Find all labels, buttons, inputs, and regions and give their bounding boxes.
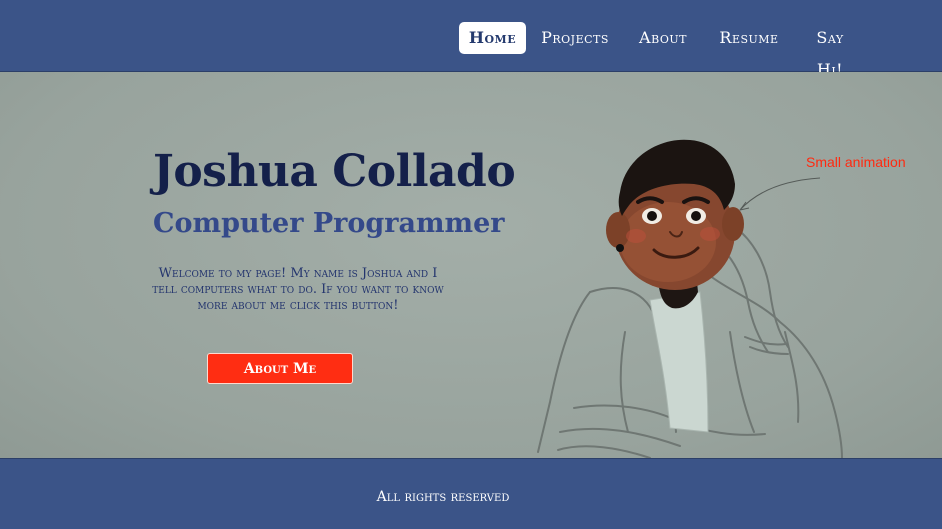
nav-item-home[interactable]: Home	[459, 22, 526, 54]
nav-item-about[interactable]: About	[636, 22, 690, 54]
hero-title: Joshua Collado	[153, 146, 516, 197]
nav-item-projects[interactable]: Projects	[541, 22, 609, 54]
footer: All rights reserved	[0, 458, 942, 529]
footer-text: All rights reserved	[376, 489, 510, 505]
about-me-button[interactable]: About Me	[207, 353, 353, 384]
nav-item-resume[interactable]: Resume	[719, 22, 779, 54]
hero-description: Welcome to my page! My name is Joshua an…	[152, 266, 444, 313]
hero-subtitle: Computer Programmer	[153, 208, 505, 239]
nav-item-say-hi[interactable]: Say Hi!	[803, 22, 857, 79]
annotation-arrow-icon	[739, 177, 821, 211]
top-navbar: Home Projects About Resume Say Hi!	[0, 0, 942, 79]
